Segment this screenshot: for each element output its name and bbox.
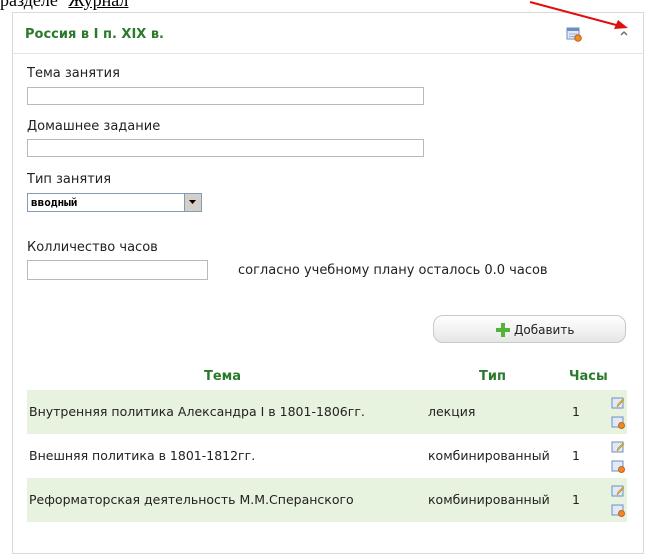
delete-icon[interactable] xyxy=(611,415,625,429)
dropdown-button[interactable] xyxy=(184,194,201,211)
row-topic: Реформаторская деятельность М.М.Сперанск… xyxy=(29,492,354,507)
edit-icon[interactable] xyxy=(611,484,625,498)
calendar-settings-icon[interactable] xyxy=(566,26,582,42)
hours-input[interactable] xyxy=(27,260,208,280)
lesson-type-select[interactable]: вводный xyxy=(27,193,202,212)
row-hours: 1 xyxy=(572,448,580,463)
journal-link[interactable]: Журнал xyxy=(68,0,128,10)
lesson-type-label: Тип занятия xyxy=(27,172,112,187)
row-type: комбинированный xyxy=(428,448,550,463)
delete-icon[interactable] xyxy=(611,503,625,517)
hours-label: Колличество часов xyxy=(27,240,158,255)
col-header-topic: Тема xyxy=(204,369,242,384)
chevron-down-icon xyxy=(189,200,196,204)
panel-title: Россия в I п. XIX в. xyxy=(25,27,164,42)
row-hours: 1 xyxy=(572,492,580,507)
chevron-up-icon[interactable] xyxy=(617,26,631,40)
table-row: Внешняя политика в 1801-1812гг. комбинир… xyxy=(27,434,627,478)
topic-label: Тема занятия xyxy=(27,66,120,81)
topic-input[interactable] xyxy=(27,87,424,105)
top-text: разделе xyxy=(0,0,58,10)
edit-icon[interactable] xyxy=(611,440,625,454)
row-hours: 1 xyxy=(572,404,580,419)
add-button-label: Добавить xyxy=(514,323,575,337)
table-row: Реформаторская деятельность М.М.Сперанск… xyxy=(27,478,627,522)
homework-input[interactable] xyxy=(27,139,424,157)
plus-icon xyxy=(496,323,510,337)
hours-remaining-note: согласно учебному плану осталось 0.0 час… xyxy=(238,263,548,278)
col-header-hours: Часы xyxy=(569,369,608,384)
homework-label: Домашнее задание xyxy=(27,119,161,134)
row-type: лекция xyxy=(428,404,476,419)
top-text-fragment: разделе Журнал xyxy=(0,0,128,11)
table-row: Внутренняя политика Александра I в 1801-… xyxy=(27,390,627,434)
col-header-type: Тип xyxy=(479,369,506,384)
row-type: комбинированный xyxy=(428,492,550,507)
panel-header: Россия в I п. XIX в. xyxy=(13,13,643,54)
row-topic: Внешняя политика в 1801-1812гг. xyxy=(29,448,256,463)
row-topic: Внутренняя политика Александра I в 1801-… xyxy=(29,404,365,419)
delete-icon[interactable] xyxy=(611,459,625,473)
lesson-panel: Россия в I п. XIX в. Тема занятия Домашн… xyxy=(12,12,644,554)
edit-icon[interactable] xyxy=(611,396,625,410)
add-button[interactable]: Добавить xyxy=(433,315,626,343)
lesson-type-value: вводный xyxy=(31,196,78,209)
